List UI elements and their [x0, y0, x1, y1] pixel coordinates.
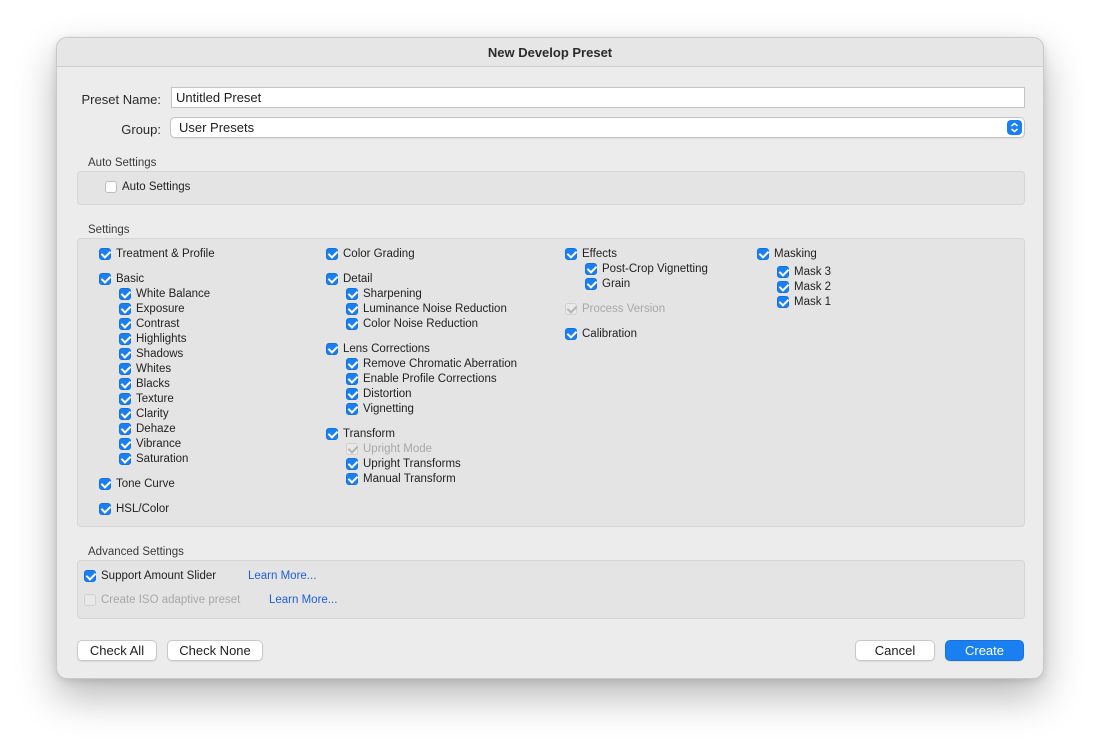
select-arrows-icon	[1007, 120, 1022, 135]
contrast-checkbox[interactable]: Contrast	[119, 317, 179, 331]
luminance-noise-checkbox[interactable]: Luminance Noise Reduction	[346, 302, 507, 316]
advanced-settings-title: Advanced Settings	[88, 546, 184, 558]
exposure-checkbox[interactable]: Exposure	[119, 302, 185, 316]
manual-transform-checkbox[interactable]: Manual Transform	[346, 472, 456, 486]
group-select[interactable]: User Presets	[170, 117, 1025, 138]
transform-checkbox[interactable]: Transform	[326, 427, 395, 441]
cancel-button[interactable]: Cancel	[855, 640, 935, 661]
color-noise-checkbox[interactable]: Color Noise Reduction	[346, 317, 478, 331]
window-title: New Develop Preset	[57, 38, 1043, 67]
mask-1-checkbox[interactable]: Mask 1	[777, 295, 831, 309]
settings-title: Settings	[88, 224, 130, 236]
effects-checkbox[interactable]: Effects	[565, 247, 617, 261]
settings-panel	[77, 238, 1025, 527]
preset-name-label: Preset Name:	[81, 92, 161, 107]
detail-checkbox[interactable]: Detail	[326, 272, 372, 286]
calibration-checkbox[interactable]: Calibration	[565, 327, 637, 341]
tone-curve-checkbox[interactable]: Tone Curve	[99, 477, 175, 491]
auto-settings-title: Auto Settings	[88, 157, 157, 169]
learn-more-link-1[interactable]: Learn More...	[248, 570, 316, 582]
color-grading-checkbox[interactable]: Color Grading	[326, 247, 415, 261]
upright-transforms-checkbox[interactable]: Upright Transforms	[346, 457, 461, 471]
upright-mode-checkbox: Upright Mode	[346, 442, 432, 456]
distortion-checkbox[interactable]: Distortion	[346, 387, 412, 401]
create-button[interactable]: Create	[945, 640, 1024, 661]
shadows-checkbox[interactable]: Shadows	[119, 347, 183, 361]
blacks-checkbox[interactable]: Blacks	[119, 377, 170, 391]
clarity-checkbox[interactable]: Clarity	[119, 407, 169, 421]
preset-name-input[interactable]	[171, 87, 1025, 108]
support-amount-slider-checkbox[interactable]: Support Amount Slider	[84, 569, 216, 583]
treatment-profile-checkbox[interactable]: Treatment & Profile	[99, 247, 215, 261]
group-label: Group:	[121, 122, 161, 137]
saturation-checkbox[interactable]: Saturation	[119, 452, 188, 466]
auto-settings-checkbox[interactable]: Auto Settings	[105, 180, 190, 194]
vibrance-checkbox[interactable]: Vibrance	[119, 437, 181, 451]
whites-checkbox[interactable]: Whites	[119, 362, 171, 376]
sharpening-checkbox[interactable]: Sharpening	[346, 287, 422, 301]
iso-adaptive-checkbox: Create ISO adaptive preset	[84, 593, 240, 607]
profile-corrections-checkbox[interactable]: Enable Profile Corrections	[346, 372, 497, 386]
mask-2-checkbox[interactable]: Mask 2	[777, 280, 831, 294]
vignetting-checkbox[interactable]: Vignetting	[346, 402, 414, 416]
hsl-color-checkbox[interactable]: HSL/Color	[99, 502, 169, 516]
mask-3-checkbox[interactable]: Mask 3	[777, 265, 831, 279]
process-version-checkbox: Process Version	[565, 302, 665, 316]
highlights-checkbox[interactable]: Highlights	[119, 332, 187, 346]
white-balance-checkbox[interactable]: White Balance	[119, 287, 210, 301]
group-select-value: User Presets	[179, 120, 255, 135]
post-crop-vignetting-checkbox[interactable]: Post-Crop Vignetting	[585, 262, 708, 276]
dehaze-checkbox[interactable]: Dehaze	[119, 422, 176, 436]
check-all-button[interactable]: Check All	[77, 640, 157, 661]
auto-settings-panel	[77, 171, 1025, 205]
masking-checkbox[interactable]: Masking	[757, 247, 817, 261]
basic-checkbox[interactable]: Basic	[99, 272, 144, 286]
check-none-button[interactable]: Check None	[167, 640, 263, 661]
grain-checkbox[interactable]: Grain	[585, 277, 630, 291]
lens-corrections-checkbox[interactable]: Lens Corrections	[326, 342, 430, 356]
remove-ca-checkbox[interactable]: Remove Chromatic Aberration	[346, 357, 517, 371]
texture-checkbox[interactable]: Texture	[119, 392, 174, 406]
learn-more-link-2[interactable]: Learn More...	[269, 594, 337, 606]
new-develop-preset-dialog: New Develop Preset Preset Name: Group: U…	[56, 37, 1044, 679]
advanced-settings-panel	[77, 560, 1025, 619]
